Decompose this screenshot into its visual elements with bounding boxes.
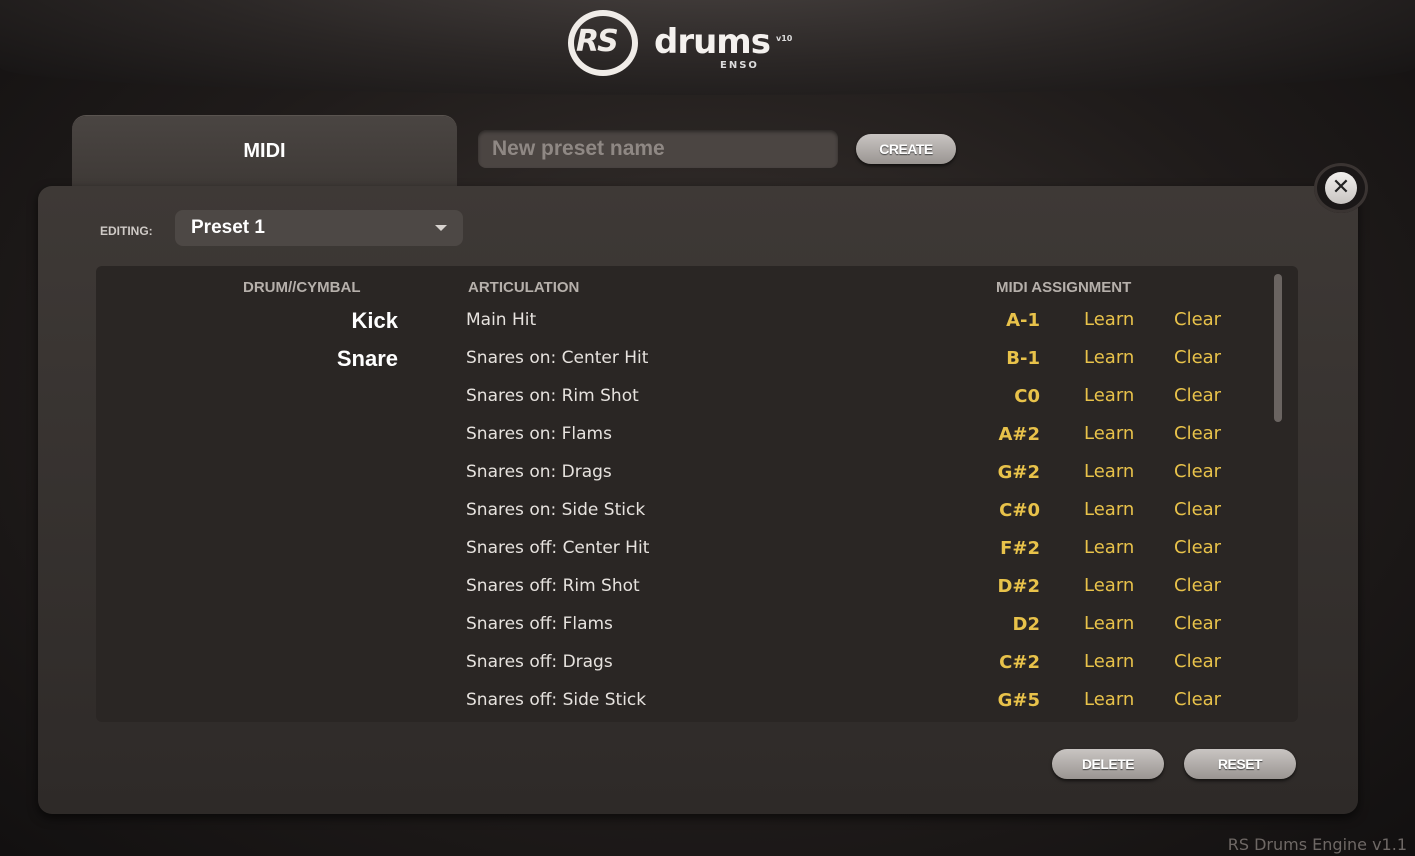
logo-version: v10 [776, 34, 793, 43]
articulation-name: Snares on: Flams [466, 424, 612, 444]
articulation-name: Snares off: Rim Shot [466, 576, 640, 596]
learn-button[interactable]: Learn [1084, 347, 1134, 368]
learn-button[interactable]: Learn [1084, 613, 1134, 634]
scrollbar-thumb[interactable] [1274, 274, 1282, 422]
table-row: Snares off: Side Stick G#5 Learn Clear [96, 688, 1276, 726]
close-button[interactable]: ✕ [1314, 163, 1368, 213]
learn-button[interactable]: Learn [1084, 499, 1134, 520]
create-button[interactable]: CREATE [856, 134, 956, 164]
midi-note: A-1 [1006, 310, 1040, 331]
tab-midi[interactable]: MIDI [72, 116, 457, 196]
articulation-name: Snares on: Center Hit [466, 348, 649, 368]
midi-note: C#0 [999, 500, 1040, 521]
logo-name: drums [654, 22, 771, 62]
table-row: Snares on: Rim Shot C0 Learn Clear [96, 384, 1276, 422]
tab-midi-label: MIDI [243, 140, 286, 162]
midi-note: C#2 [999, 652, 1040, 673]
engine-version-label: RS Drums Engine v1.1 [1227, 835, 1407, 854]
table-row: Snares off: Flams D2 Learn Clear [96, 612, 1276, 650]
articulation-name: Snares off: Center Hit [466, 538, 650, 558]
drum-name: Kick [351, 308, 398, 333]
midi-panel: EDITING: Preset 1 DRUM//CYMBAL ARTICULAT… [38, 186, 1358, 814]
reset-button[interactable]: RESET [1184, 749, 1296, 779]
midi-note: D2 [1012, 614, 1040, 635]
clear-button[interactable]: Clear [1174, 385, 1221, 406]
chevron-down-icon [435, 225, 447, 231]
header-articulation: ARTICULATION [468, 279, 580, 296]
learn-button[interactable]: Learn [1084, 689, 1134, 710]
header-bar: RS drums v10 ENSO [0, 0, 1415, 95]
articulation-name: Snares on: Drags [466, 462, 612, 482]
midi-note: G#2 [997, 462, 1040, 483]
articulation-name: Snares on: Side Stick [466, 500, 646, 520]
articulation-name: Snares off: Drags [466, 652, 613, 672]
articulation-name: Main Hit [466, 310, 537, 330]
clear-button[interactable]: Clear [1174, 575, 1221, 596]
clear-button[interactable]: Clear [1174, 347, 1221, 368]
clear-button[interactable]: Clear [1174, 651, 1221, 672]
learn-button[interactable]: Learn [1084, 385, 1134, 406]
editing-label: EDITING: [100, 224, 153, 238]
logo-mark: RS [576, 24, 619, 59]
table-row: Snares on: Flams A#2 Learn Clear [96, 422, 1276, 460]
midi-note: G#5 [997, 690, 1040, 711]
articulation-name: Snares on: Rim Shot [466, 386, 639, 406]
clear-button[interactable]: Clear [1174, 423, 1221, 444]
learn-button[interactable]: Learn [1084, 309, 1134, 330]
midi-note: D#2 [997, 576, 1040, 597]
header-midi-assignment: MIDI ASSIGNMENT [996, 279, 1132, 296]
header-drum-cymbal: DRUM//CYMBAL [243, 279, 361, 296]
clear-button[interactable]: Clear [1174, 309, 1221, 330]
preset-select[interactable]: Preset 1 [175, 210, 463, 246]
midi-note: B-1 [1006, 348, 1040, 369]
table-row: Snares on: Drags G#2 Learn Clear [96, 460, 1276, 498]
table-row: Kick Main Hit A-1 Learn Clear [96, 308, 1276, 346]
clear-button[interactable]: Clear [1174, 689, 1221, 710]
midi-note: A#2 [998, 424, 1040, 445]
midi-assignment-table: DRUM//CYMBAL ARTICULATION MIDI ASSIGNMEN… [96, 266, 1298, 722]
articulation-name: Snares off: Flams [466, 614, 613, 634]
articulation-name: Snares off: Side Stick [466, 690, 647, 710]
delete-button[interactable]: DELETE [1052, 749, 1164, 779]
clear-button[interactable]: Clear [1174, 613, 1221, 634]
learn-button[interactable]: Learn [1084, 461, 1134, 482]
table-row: Snares off: Drags C#2 Learn Clear [96, 650, 1276, 688]
midi-note: C0 [1014, 386, 1040, 407]
learn-button[interactable]: Learn [1084, 537, 1134, 558]
close-icon: ✕ [1325, 172, 1357, 204]
drum-name: Snare [336, 346, 398, 371]
learn-button[interactable]: Learn [1084, 651, 1134, 672]
table-row: Snares on: Side Stick C#0 Learn Clear [96, 498, 1276, 536]
learn-button[interactable]: Learn [1084, 423, 1134, 444]
clear-button[interactable]: Clear [1174, 461, 1221, 482]
logo-subtitle: ENSO [720, 60, 759, 71]
clear-button[interactable]: Clear [1174, 499, 1221, 520]
midi-note: F#2 [1000, 538, 1040, 559]
new-preset-name-input[interactable] [478, 130, 838, 168]
clear-button[interactable]: Clear [1174, 537, 1221, 558]
table-row: Snares off: Rim Shot D#2 Learn Clear [96, 574, 1276, 612]
learn-button[interactable]: Learn [1084, 575, 1134, 596]
table-row: Snares off: Center Hit F#2 Learn Clear [96, 536, 1276, 574]
table-row: Snare Snares on: Center Hit B-1 Learn Clear [96, 346, 1276, 384]
rs-drums-logo: RS drums v10 ENSO [568, 8, 808, 80]
preset-select-value: Preset 1 [191, 217, 265, 238]
